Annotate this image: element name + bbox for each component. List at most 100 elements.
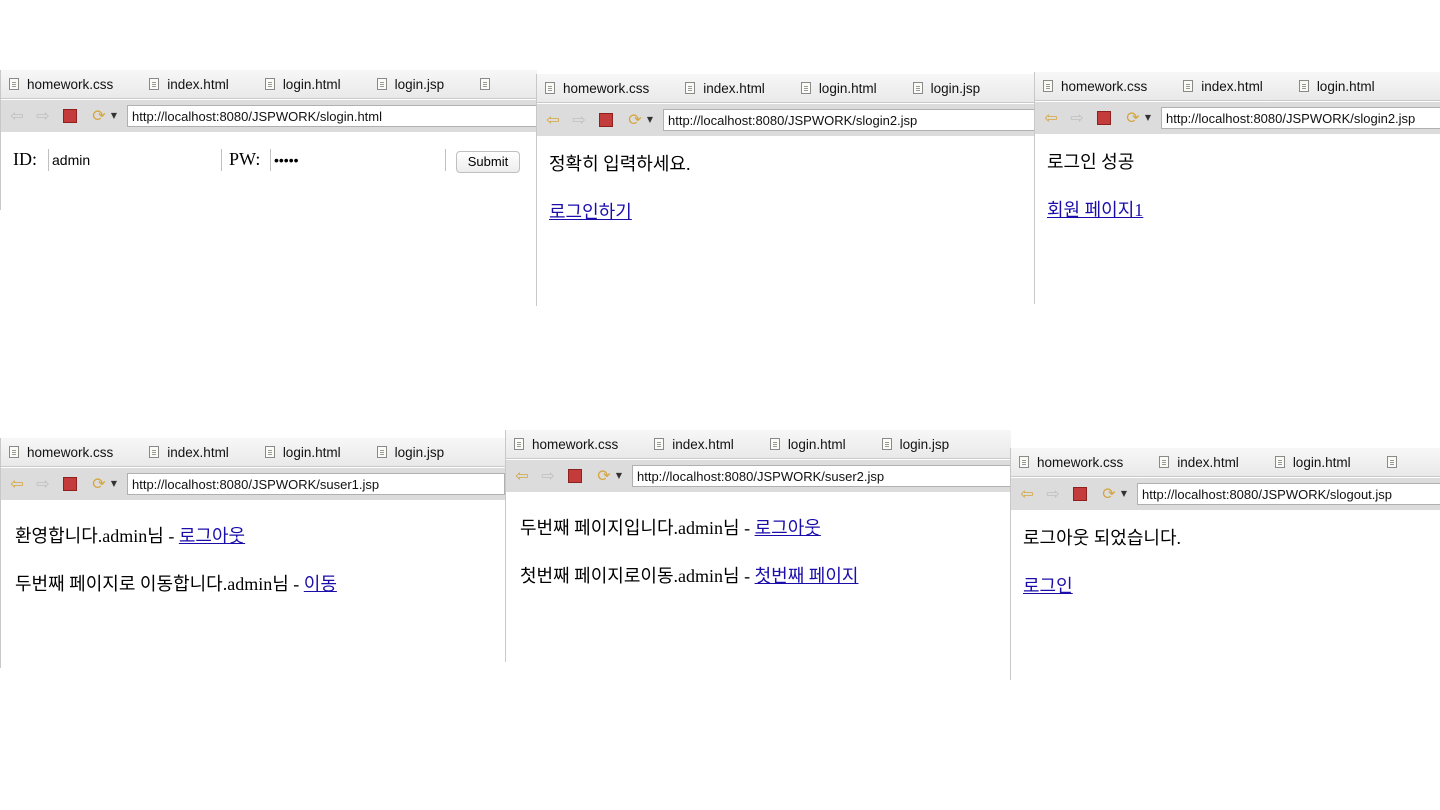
back-icon[interactable]: ⇦ <box>512 466 532 486</box>
tab-homework-css[interactable]: homework.css <box>1019 448 1123 476</box>
file-icon <box>376 78 387 90</box>
chevron-down-icon[interactable]: ▼ <box>1119 484 1129 504</box>
refresh-icon[interactable]: ⟳ <box>89 474 109 494</box>
forward-icon[interactable]: ⇨ <box>569 110 589 130</box>
login-link[interactable]: 로그인하기 <box>549 202 632 222</box>
url-bar[interactable]: http://localhost:8080/JSPWORK/slogin2.js… <box>663 109 1035 131</box>
back-icon[interactable]: ⇦ <box>7 474 27 494</box>
url-bar[interactable]: http://localhost:8080/JSPWORK/slogin.htm… <box>127 105 537 127</box>
first-page-link[interactable]: 첫번째 페이지 <box>755 566 859 586</box>
member-page-link[interactable]: 회원 페이지1 <box>1047 200 1143 220</box>
tab-index-html[interactable]: index.html <box>149 70 229 98</box>
logout-link[interactable]: 로그아웃 <box>755 518 821 538</box>
refresh-icon[interactable]: ⟳ <box>1123 108 1143 128</box>
move-line: 두번째 페이지로 이동합니다.admin님 - 이동 <box>15 574 337 594</box>
tab-index-html[interactable]: index.html <box>685 74 765 102</box>
second-page-line: 두번째 페이지입니다.admin님 - 로그아웃 <box>520 518 821 538</box>
file-icon <box>376 446 387 458</box>
tab-overflow[interactable] <box>1386 448 1405 476</box>
editor-tab-bar: homework.css index.html login.html <box>1035 72 1440 101</box>
tab-login-jsp[interactable]: login.jsp <box>912 74 980 102</box>
tab-homework-css[interactable]: homework.css <box>9 70 113 98</box>
stop-icon[interactable] <box>63 109 77 123</box>
browser-window-slogin-html: homework.css index.html login.html login.js… <box>0 70 537 210</box>
tab-index-html[interactable]: index.html <box>1183 72 1263 100</box>
file-icon <box>1159 456 1170 468</box>
stop-icon[interactable] <box>599 113 613 127</box>
back-icon[interactable]: ⇦ <box>7 106 27 126</box>
chevron-down-icon[interactable]: ▼ <box>109 474 119 494</box>
stop-icon[interactable] <box>568 469 582 483</box>
tab-homework-css[interactable]: homework.css <box>1043 72 1147 100</box>
refresh-icon[interactable]: ⟳ <box>625 110 645 130</box>
back-icon[interactable]: ⇦ <box>1041 108 1061 128</box>
refresh-icon[interactable]: ⟳ <box>1099 484 1119 504</box>
file-icon <box>800 82 811 94</box>
tab-login-jsp[interactable]: login.jsp <box>376 70 444 98</box>
tab-login-html[interactable]: login.html <box>1298 72 1375 100</box>
browser-toolbar: ⇦ ⇨ ⟳ ▼ http://localhost:8080/JSPWORK/sl… <box>1011 478 1440 510</box>
first-page-line: 첫번째 페이지로이동.admin님 - 첫번째 페이지 <box>520 566 859 586</box>
forward-icon[interactable]: ⇨ <box>33 474 53 494</box>
login-form: ID: admin PW: ••••• Submit <box>1 144 537 174</box>
browser-toolbar: ⇦ ⇨ ⟳ ▼ http://localhost:8080/JSPWORK/sl… <box>1 100 537 132</box>
tab-login-html[interactable]: login.html <box>264 438 341 466</box>
back-icon[interactable]: ⇦ <box>543 110 563 130</box>
tab-homework-css[interactable]: homework.css <box>9 438 113 466</box>
browser-window-slogin2-success: homework.css index.html login.html ⇦ ⇨ ⟳ ▼… <box>1034 72 1440 304</box>
id-input[interactable]: admin <box>48 149 222 171</box>
error-message: 정확히 입력하세요. <box>549 154 691 174</box>
chevron-down-icon[interactable]: ▼ <box>1143 108 1153 128</box>
file-icon <box>149 78 160 90</box>
forward-icon[interactable]: ⇨ <box>33 106 53 126</box>
field-divider <box>445 149 450 171</box>
chevron-down-icon[interactable]: ▼ <box>614 466 624 486</box>
move-link[interactable]: 이동 <box>304 574 337 594</box>
editor-tab-bar: homework.css index.html login.html <box>1011 448 1440 477</box>
browser-window-suser2: homework.css index.html login.html login.js… <box>505 430 1011 662</box>
tab-homework-css[interactable]: homework.css <box>545 74 649 102</box>
tab-index-html[interactable]: index.html <box>149 438 229 466</box>
forward-icon[interactable]: ⇨ <box>538 466 558 486</box>
editor-tab-bar: homework.css index.html login.html login.js… <box>506 430 1011 459</box>
forward-icon[interactable]: ⇨ <box>1043 484 1063 504</box>
page-content: 정확히 입력하세요. 로그인하기 <box>549 150 1035 246</box>
stop-icon[interactable] <box>1073 487 1087 501</box>
back-icon[interactable]: ⇦ <box>1017 484 1037 504</box>
stop-icon[interactable] <box>1097 111 1111 125</box>
url-bar[interactable]: http://localhost:8080/JSPWORK/slogout.js… <box>1137 483 1440 505</box>
file-icon <box>769 438 780 450</box>
tab-login-html[interactable]: login.html <box>264 70 341 98</box>
tab-login-html[interactable]: login.html <box>1274 448 1351 476</box>
tab-overflow[interactable] <box>480 70 498 98</box>
tab-login-html[interactable]: login.html <box>800 74 877 102</box>
file-icon <box>654 438 665 450</box>
submit-button[interactable]: Submit <box>456 151 520 173</box>
login-link[interactable]: 로그인 <box>1023 576 1073 596</box>
stop-icon[interactable] <box>63 477 77 491</box>
tab-index-html[interactable]: index.html <box>1159 448 1239 476</box>
file-icon <box>9 446 19 458</box>
pw-input[interactable]: ••••• <box>270 149 444 171</box>
tab-login-html[interactable]: login.html <box>769 430 846 458</box>
file-icon <box>264 446 275 458</box>
url-bar[interactable]: http://localhost:8080/JSPWORK/suser2.jsp <box>632 465 1011 487</box>
page-content: 환영합니다.admin님 - 로그아웃 두번째 페이지로 이동합니다.admin… <box>15 522 505 618</box>
forward-icon[interactable]: ⇨ <box>1067 108 1087 128</box>
browser-toolbar: ⇦ ⇨ ⟳ ▼ http://localhost:8080/JSPWORK/sl… <box>537 104 1035 136</box>
tab-login-jsp[interactable]: login.jsp <box>376 438 444 466</box>
url-bar[interactable]: http://localhost:8080/JSPWORK/suser1.jsp <box>127 473 505 495</box>
logout-link[interactable]: 로그아웃 <box>179 526 245 546</box>
page-content: 두번째 페이지입니다.admin님 - 로그아웃 첫번째 페이지로이동.admi… <box>520 514 1011 610</box>
tab-login-jsp[interactable]: login.jsp <box>881 430 949 458</box>
url-bar[interactable]: http://localhost:8080/JSPWORK/slogin2.js… <box>1161 107 1440 129</box>
tab-homework-css[interactable]: homework.css <box>514 430 618 458</box>
file-icon <box>1043 80 1053 92</box>
tab-index-html[interactable]: index.html <box>654 430 734 458</box>
file-icon <box>1019 456 1029 468</box>
refresh-icon[interactable]: ⟳ <box>89 106 109 126</box>
refresh-icon[interactable]: ⟳ <box>594 466 614 486</box>
editor-tab-bar: homework.css index.html login.html login.js… <box>537 74 1035 103</box>
chevron-down-icon[interactable]: ▼ <box>109 106 119 126</box>
chevron-down-icon[interactable]: ▼ <box>645 110 655 130</box>
